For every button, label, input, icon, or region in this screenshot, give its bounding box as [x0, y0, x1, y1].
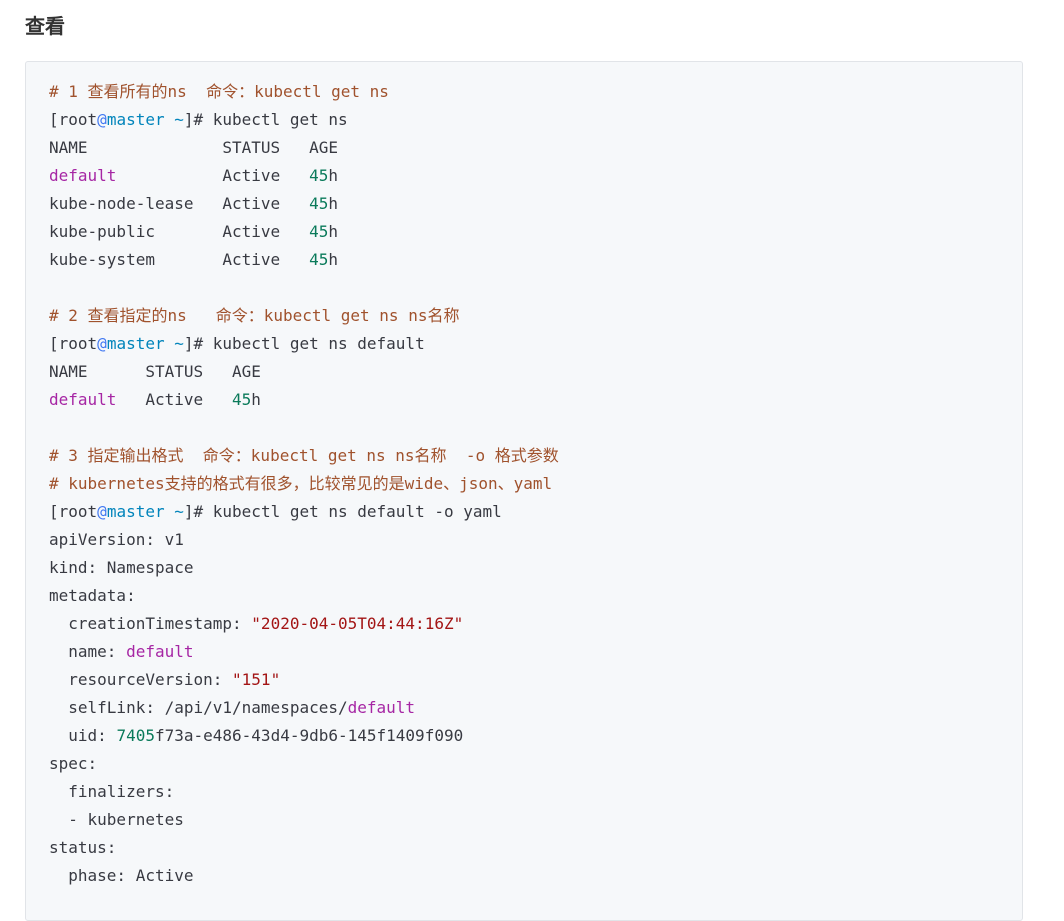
code-token: @ [97, 502, 107, 521]
code-token: f73a-e486-43d4-9db6-145f1409f090 [154, 726, 464, 745]
code-token: default [49, 166, 117, 185]
code-line: # 2 查看指定的ns 命令：kubectl get ns ns名称 [49, 302, 1022, 330]
code-line: # kubernetes支持的格式有很多，比较常见的是wide、json、yam… [49, 470, 1022, 498]
code-token: # 3 指定输出格式 命令：kubectl get ns ns名称 -o 格式参… [49, 446, 559, 465]
code-line: default Active 45h [49, 386, 1022, 414]
code-line: name: default [49, 638, 1022, 666]
code-token: NAME STATUS AGE [49, 138, 338, 157]
code-content: # 1 查看所有的ns 命令：kubectl get ns [root@maste… [26, 62, 1022, 890]
code-line: # 3 指定输出格式 命令：kubectl get ns ns名称 -o 格式参… [49, 442, 1022, 470]
code-token: resourceVersion: [49, 670, 233, 689]
code-line: kube-public Active 45h [49, 218, 1022, 246]
code-token: 45 [309, 250, 329, 269]
code-token: # 1 查看所有的ns 命令：kubectl get ns [49, 82, 389, 101]
code-line: # 1 查看所有的ns 命令：kubectl get ns [49, 78, 1022, 106]
code-token: kube-node-lease Active [49, 194, 310, 213]
code-token: default [126, 642, 194, 661]
code-line: NAME STATUS AGE [49, 134, 1022, 162]
code-token: creationTimestamp: [49, 614, 252, 633]
code-token: Active [116, 390, 233, 409]
code-token: finalizers: [49, 782, 175, 801]
code-token: ]# kubectl get ns default -o yaml [183, 502, 502, 521]
code-line: NAME STATUS AGE [49, 358, 1022, 386]
code-token: name: [49, 642, 127, 661]
code-token: # kubernetes支持的格式有很多，比较常见的是wide、json、yam… [49, 474, 553, 493]
code-token: @ [97, 110, 107, 129]
section-heading: 查看 [25, 14, 65, 38]
code-token: [root [49, 110, 98, 129]
code-line: ​ [49, 414, 1022, 442]
code-token: "151" [232, 670, 281, 689]
code-token: 45 [309, 166, 329, 185]
code-token: - kubernetes [49, 810, 184, 829]
code-token: Active [116, 166, 310, 185]
code-token: kube-public Active [49, 222, 310, 241]
code-token: 45 [309, 194, 329, 213]
code-line: apiVersion: v1 [49, 526, 1022, 554]
code-token: h [328, 250, 338, 269]
code-line: spec: [49, 750, 1022, 778]
code-token: # 2 查看指定的ns 命令：kubectl get ns ns名称 [49, 306, 460, 325]
code-token: h [328, 194, 338, 213]
code-line: metadata: [49, 582, 1022, 610]
code-line: creationTimestamp: "2020-04-05T04:44:16Z… [49, 610, 1022, 638]
code-token: 7405 [116, 726, 155, 745]
code-token: ]# kubectl get ns default [183, 334, 425, 353]
code-token: metadata: [49, 586, 136, 605]
code-line: kind: Namespace [49, 554, 1022, 582]
code-token: kube-system Active [49, 250, 310, 269]
code-line: - kubernetes [49, 806, 1022, 834]
code-token: uid: [49, 726, 117, 745]
code-token: h [328, 166, 338, 185]
code-line: default Active 45h [49, 162, 1022, 190]
code-line: [root@master ~]# kubectl get ns default … [49, 498, 1022, 526]
code-token: @ [97, 334, 107, 353]
code-token: spec: [49, 754, 98, 773]
code-token: master ~ [106, 502, 184, 521]
code-token: master ~ [106, 334, 184, 353]
code-line: uid: 7405f73a-e486-43d4-9db6-145f1409f09… [49, 722, 1022, 750]
code-token: selfLink: /api/v1/namespaces/ [49, 698, 348, 717]
code-token: kind: Namespace [49, 558, 194, 577]
code-token: phase: Active [49, 866, 194, 885]
code-line: status: [49, 834, 1022, 862]
code-token: [root [49, 502, 98, 521]
code-token: NAME STATUS AGE [49, 362, 261, 381]
code-token: "2020-04-05T04:44:16Z" [251, 614, 464, 633]
code-line: finalizers: [49, 778, 1022, 806]
code-line: selfLink: /api/v1/namespaces/default [49, 694, 1022, 722]
code-line: [root@master ~]# kubectl get ns [49, 106, 1022, 134]
code-token: master ~ [106, 110, 184, 129]
code-token: 45 [232, 390, 252, 409]
code-token: h [328, 222, 338, 241]
code-token: 45 [309, 222, 329, 241]
code-token: apiVersion: v1 [49, 530, 184, 549]
code-token: h [251, 390, 261, 409]
code-block: # 1 查看所有的ns 命令：kubectl get ns [root@maste… [25, 61, 1023, 921]
code-line: kube-node-lease Active 45h [49, 190, 1022, 218]
code-token: default [347, 698, 416, 717]
code-token: [root [49, 334, 98, 353]
code-token: ]# kubectl get ns [183, 110, 348, 129]
code-line: phase: Active [49, 862, 1022, 890]
code-line: [root@master ~]# kubectl get ns default [49, 330, 1022, 358]
code-line: ​ [49, 274, 1022, 302]
code-token: status: [49, 838, 117, 857]
code-line: kube-system Active 45h [49, 246, 1022, 274]
code-line: resourceVersion: "151" [49, 666, 1022, 694]
code-token: default [49, 390, 117, 409]
